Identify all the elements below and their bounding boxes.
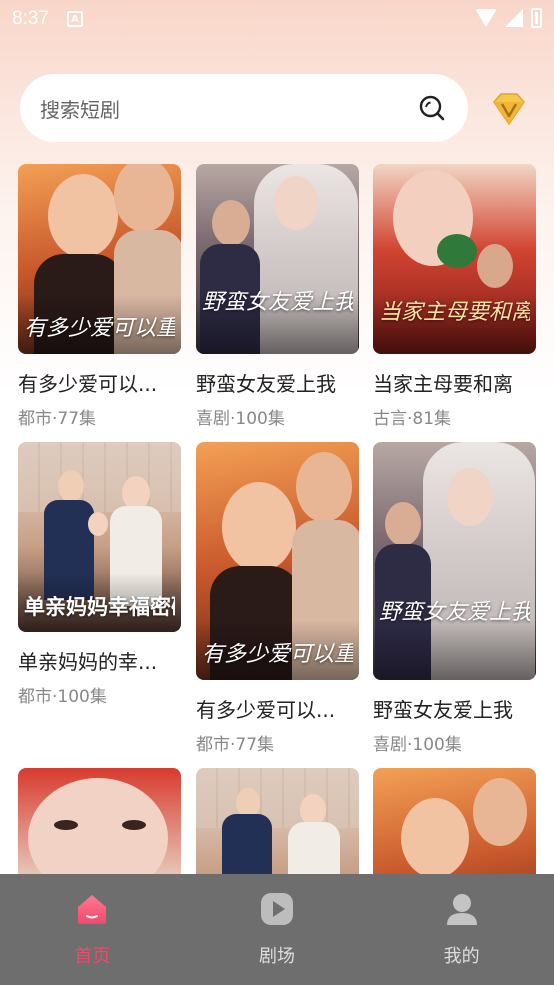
- drama-card[interactable]: [196, 768, 359, 874]
- search-input[interactable]: 搜索短剧: [20, 74, 468, 142]
- poster-title: 有多少爱可以重来: [24, 316, 175, 340]
- drama-title: 有多少爱可以...: [18, 372, 158, 396]
- battery-icon: [531, 8, 542, 28]
- drama-card[interactable]: 单亲妈妈幸福密码 单亲妈妈的幸... 都市·100集: [18, 442, 181, 707]
- search-icon[interactable]: [418, 94, 446, 122]
- play-icon: [260, 893, 293, 925]
- drama-meta: 都市·77集: [196, 735, 275, 755]
- drama-meta: 喜剧·100集: [196, 409, 285, 429]
- drama-poster[interactable]: [373, 768, 536, 874]
- profile-icon: [446, 894, 477, 925]
- drama-meta: 都市·77集: [18, 409, 97, 429]
- poster-title: 野蛮女友爱上我: [379, 600, 530, 624]
- drama-poster[interactable]: [196, 768, 359, 874]
- status-time: 8:37: [12, 8, 49, 29]
- drama-card[interactable]: 当家主母要和离 当家主母要和离 古言·81集: [373, 164, 536, 429]
- drama-card[interactable]: [18, 768, 181, 874]
- drama-poster[interactable]: 单亲妈妈幸福密码: [18, 442, 181, 632]
- drama-card[interactable]: 野蛮女友爱上我 野蛮女友爱上我 喜剧·100集: [373, 442, 536, 755]
- drama-card[interactable]: 有多少爱可以重来 有多少爱可以... 都市·77集: [196, 442, 359, 755]
- notification-icon: A: [66, 11, 83, 27]
- drama-meta: 都市·100集: [18, 687, 107, 707]
- drama-card[interactable]: [373, 768, 536, 874]
- poster-title: 有多少爱可以重来: [202, 642, 353, 666]
- nav-item-home[interactable]: 首页: [32, 892, 152, 968]
- drama-poster[interactable]: 有多少爱可以重来: [18, 164, 181, 354]
- poster-title: 单亲妈妈幸福密码: [24, 595, 175, 618]
- nav-item-theater[interactable]: 剧场: [217, 892, 337, 968]
- drama-poster[interactable]: [18, 768, 181, 874]
- drama-title: 当家主母要和离: [373, 372, 513, 396]
- poster-title: 当家主母要和离: [379, 300, 530, 324]
- vip-diamond-icon[interactable]: [488, 88, 530, 130]
- home-icon: [78, 895, 107, 924]
- drama-title: 有多少爱可以...: [196, 698, 336, 722]
- drama-title: 野蛮女友爱上我: [196, 372, 336, 396]
- drama-card[interactable]: 有多少爱可以重来 有多少爱可以... 都市·77集: [18, 164, 181, 429]
- drama-meta: 喜剧·100集: [373, 735, 462, 755]
- drama-grid: 有多少爱可以重来 有多少爱可以... 都市·77集 野蛮女友爱上我 野蛮女友爱上…: [18, 164, 536, 874]
- nav-label-profile: 我的: [443, 946, 480, 967]
- nav-label-theater: 剧场: [258, 946, 295, 967]
- search-row: 搜索短剧: [20, 74, 534, 142]
- status-bar: 8:37 A: [0, 0, 554, 38]
- search-placeholder: 搜索短剧: [40, 97, 120, 122]
- nav-item-profile[interactable]: 我的: [402, 892, 522, 968]
- drama-poster[interactable]: 当家主母要和离: [373, 164, 536, 354]
- drama-poster[interactable]: 野蛮女友爱上我: [373, 442, 536, 680]
- nav-label-home: 首页: [74, 946, 111, 967]
- signal-icon: [505, 9, 523, 27]
- drama-card[interactable]: 野蛮女友爱上我 野蛮女友爱上我 喜剧·100集: [196, 164, 359, 429]
- wifi-icon: [475, 9, 497, 27]
- drama-poster[interactable]: 野蛮女友爱上我: [196, 164, 359, 354]
- drama-title: 单亲妈妈的幸...: [18, 650, 158, 674]
- bottom-navigation: 首页 剧场 我的: [0, 874, 554, 985]
- drama-poster[interactable]: 有多少爱可以重来: [196, 442, 359, 680]
- drama-title: 野蛮女友爱上我: [373, 698, 513, 722]
- drama-meta: 古言·81集: [373, 409, 452, 429]
- status-icons: [475, 8, 542, 28]
- poster-title: 野蛮女友爱上我: [202, 290, 353, 314]
